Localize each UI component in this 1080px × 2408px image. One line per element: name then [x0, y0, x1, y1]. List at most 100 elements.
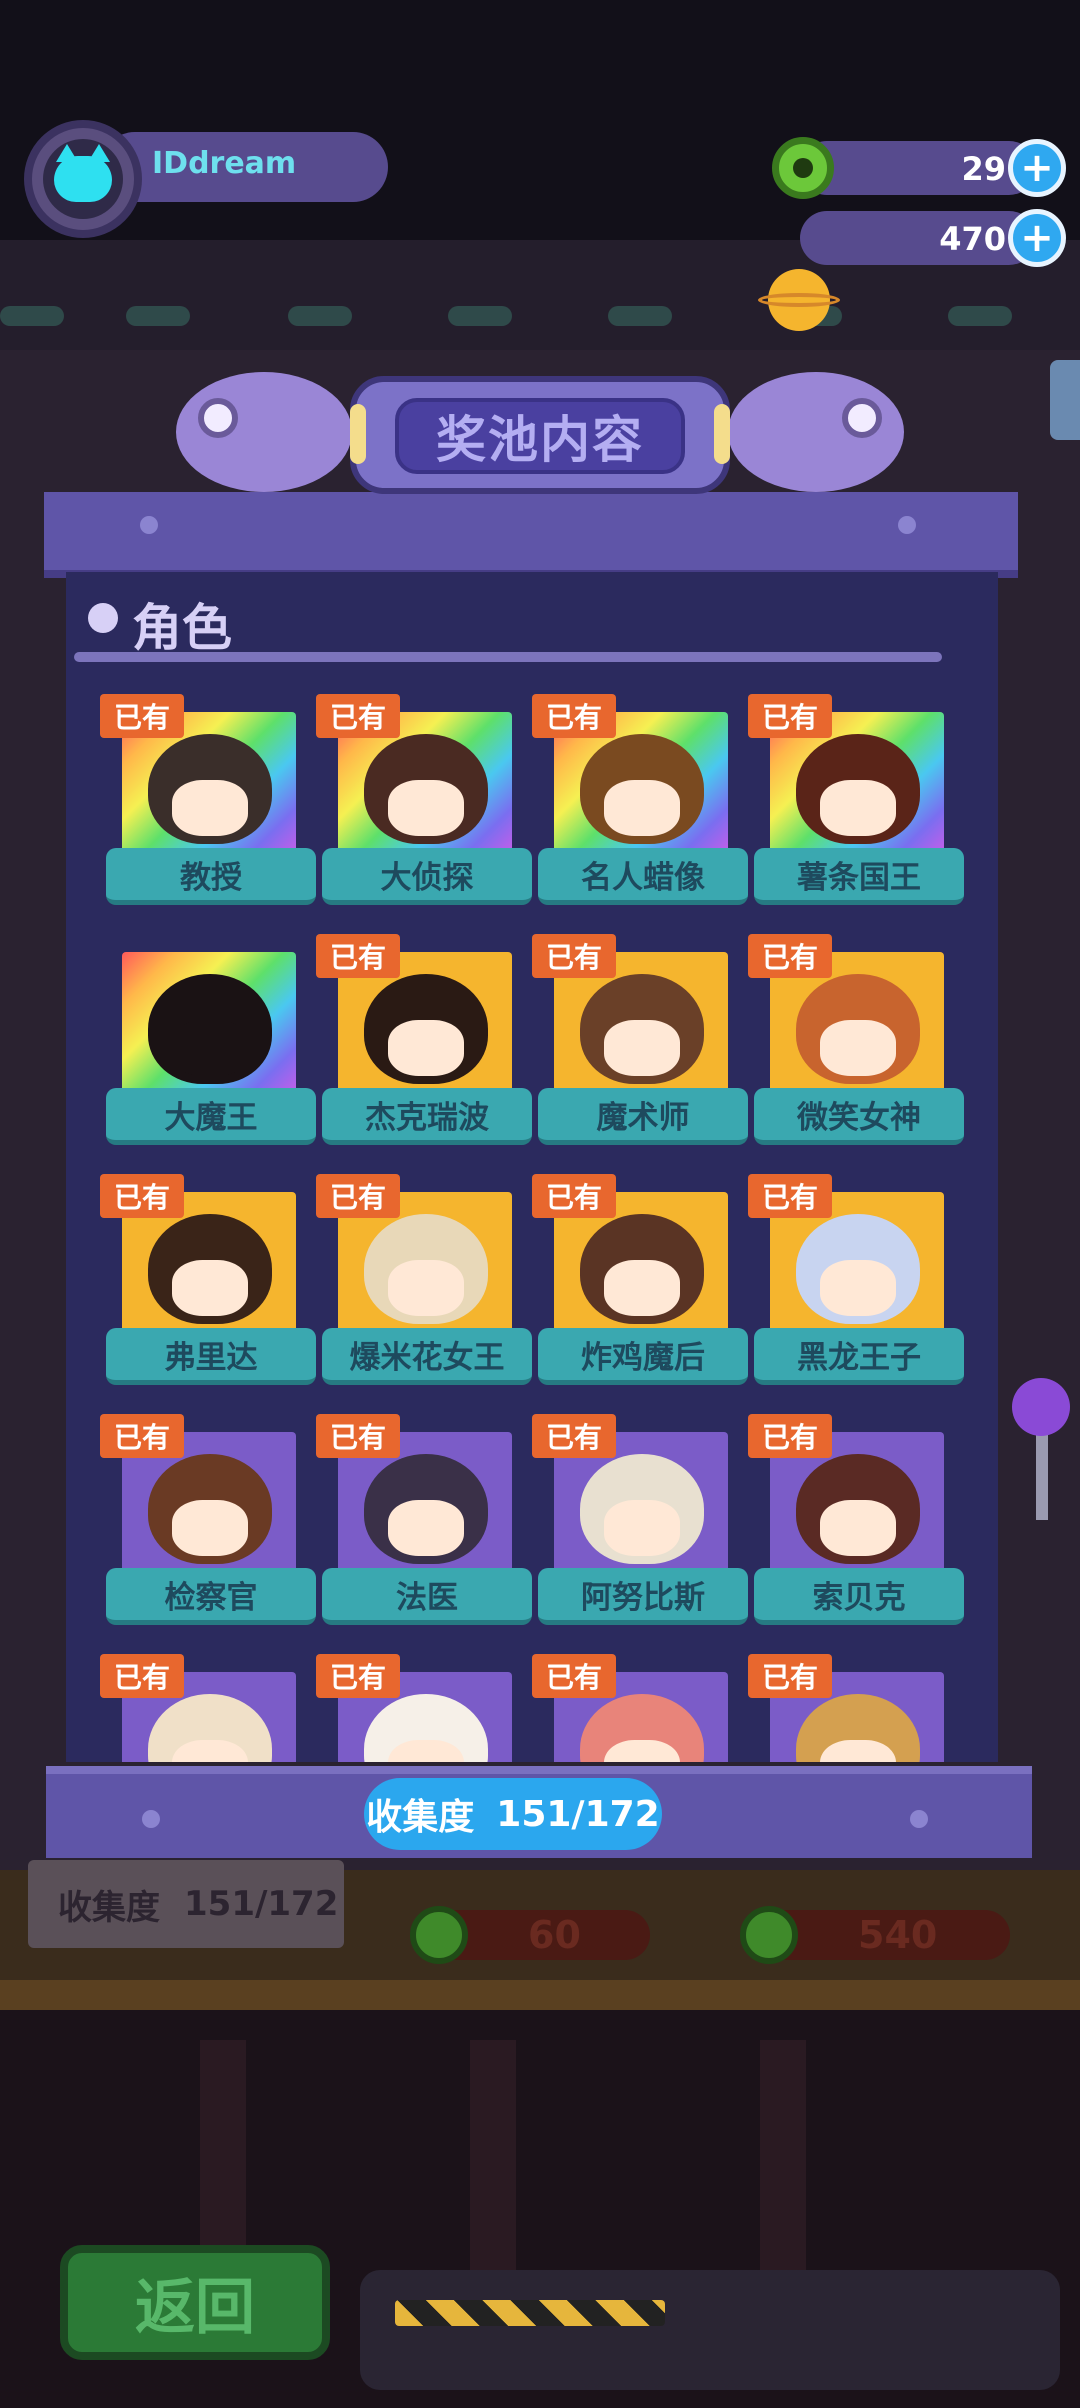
rail-light	[126, 306, 190, 326]
owned-badge: 已有	[100, 1174, 184, 1218]
rail-light	[948, 306, 1012, 326]
character-name: 魔术师	[538, 1088, 748, 1145]
price-value: 540	[858, 1913, 938, 1957]
character-name: 检察官	[106, 1568, 316, 1625]
orange-planet-coin-icon	[758, 269, 840, 331]
character-face	[820, 780, 896, 836]
character-card[interactable]: 已有炸鸡魔后	[532, 1174, 754, 1396]
collection-value: 151/172	[496, 1793, 660, 1835]
green-donut-coin-icon	[410, 1906, 468, 1964]
character-card[interactable]: 已有杰克瑞波	[316, 934, 538, 1156]
fish-eye	[842, 398, 882, 438]
background-floor-edge	[0, 1980, 1080, 2010]
rail-light	[288, 306, 352, 326]
character-portrait	[122, 952, 296, 1102]
character-card[interactable]: 已有	[532, 1654, 754, 1762]
character-name: 大侦探	[322, 848, 532, 905]
add-planet-coin-button[interactable]: +	[1008, 209, 1066, 267]
frame-rivet	[898, 516, 916, 534]
owned-badge: 已有	[532, 1654, 616, 1698]
hazard-stripe	[395, 2300, 665, 2326]
character-face	[820, 1020, 896, 1076]
panel-title: 奖池内容	[395, 398, 685, 474]
character-card[interactable]: 已有	[316, 1654, 538, 1762]
character-card[interactable]: 已有 爆米花女王	[316, 1174, 538, 1396]
character-face	[604, 1020, 680, 1076]
panel-top-frame	[44, 492, 1018, 578]
frame-rivet	[142, 1810, 160, 1828]
character-card[interactable]: 已有 微笑女神	[748, 934, 970, 1156]
section-bullet	[88, 603, 118, 633]
character-card[interactable]: 已有 薯条国王	[748, 694, 970, 916]
character-card[interactable]: 已有 名人蜡像	[532, 694, 754, 916]
owned-badge: 已有	[316, 1174, 400, 1218]
owned-badge: 已有	[316, 1414, 400, 1458]
character-card[interactable]: 已有	[748, 1654, 970, 1762]
banner-end-cap	[714, 404, 730, 464]
character-card[interactable]: 已有阿努比斯	[532, 1414, 754, 1636]
character-card[interactable]: 已有	[100, 1654, 322, 1762]
resource-value: 29	[961, 150, 1006, 188]
character-card[interactable]: 已有大侦探	[316, 694, 538, 916]
collection-progress: 收集度 151/172	[364, 1778, 662, 1850]
draw-ten-price: 540	[740, 1906, 1010, 1964]
owned-badge: 已有	[100, 1414, 184, 1458]
character-name: 索贝克	[754, 1568, 964, 1625]
character-card[interactable]: 已有弗里达	[100, 1174, 322, 1396]
price-value: 60	[528, 1913, 581, 1957]
owned-badge: 已有	[748, 1174, 832, 1218]
background-top	[0, 0, 1080, 240]
character-face	[604, 780, 680, 836]
character-card[interactable]: 已有法医	[316, 1414, 538, 1636]
machine-base	[360, 2270, 1060, 2390]
green-donut-coin-icon	[740, 1906, 798, 1964]
add-donut-button[interactable]: +	[1008, 139, 1066, 197]
character-card[interactable]: 已有索贝克	[748, 1414, 970, 1636]
character-name: 杰克瑞波	[322, 1088, 532, 1145]
fish-decoration-left	[176, 372, 352, 492]
owned-badge: 已有	[748, 694, 832, 738]
character-card[interactable]: 已有 黑龙王子	[748, 1174, 970, 1396]
character-name: 大魔王	[106, 1088, 316, 1145]
rail-light	[608, 306, 672, 326]
owned-badge: 已有	[532, 1414, 616, 1458]
owned-badge: 已有	[316, 694, 400, 738]
resource-value: 470	[939, 220, 1006, 258]
character-face	[388, 780, 464, 836]
character-card[interactable]: 已有 教授	[100, 694, 322, 916]
prize-pool-panel[interactable]: 已有 教授 已有 大侦探 已有 名人蜡像 已有 薯条国王 大魔王 已有 杰克瑞波 已有 魔术师 已有 微笑女…	[66, 572, 998, 1762]
machine-lever-stick	[1036, 1430, 1048, 1520]
owned-badge: 已有	[532, 934, 616, 978]
character-face	[172, 1260, 248, 1316]
owned-badge: 已有	[748, 1414, 832, 1458]
collection-label: 收集度	[366, 1797, 475, 1838]
player-avatar[interactable]	[24, 120, 142, 238]
character-face	[172, 780, 248, 836]
rail-light	[448, 306, 512, 326]
character-face	[172, 1500, 248, 1556]
character-face	[388, 1500, 464, 1556]
back-button[interactable]: 返回	[60, 2245, 330, 2360]
character-name: 法医	[322, 1568, 532, 1625]
machine-lever-knob	[1012, 1378, 1070, 1436]
character-face	[604, 1260, 680, 1316]
character-name: 弗里达	[106, 1328, 316, 1385]
fish-decoration-right	[728, 372, 904, 492]
fish-eye	[198, 398, 238, 438]
character-face	[172, 1020, 248, 1076]
frame-rivet	[140, 516, 158, 534]
character-name: 炸鸡魔后	[538, 1328, 748, 1385]
character-name: 阿努比斯	[538, 1568, 748, 1625]
character-face	[388, 1260, 464, 1316]
character-card[interactable]: 已有检察官	[100, 1414, 322, 1636]
character-card[interactable]: 大魔王	[106, 934, 322, 1156]
owned-badge: 已有	[316, 934, 400, 978]
owned-badge: 已有	[532, 694, 616, 738]
character-name: 微笑女神	[754, 1088, 964, 1145]
character-card[interactable]: 已有魔术师	[532, 934, 754, 1156]
owned-badge: 已有	[532, 1174, 616, 1218]
character-face	[820, 1260, 896, 1316]
banner-end-cap	[350, 404, 366, 464]
green-donut-coin-icon	[772, 137, 834, 199]
background-collection-label: 收集度	[58, 1887, 160, 1928]
